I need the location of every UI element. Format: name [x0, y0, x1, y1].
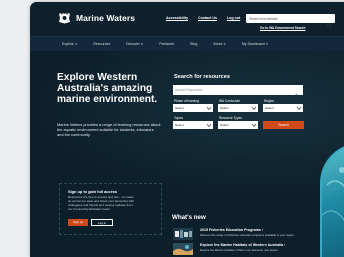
signup-description: Resources are free to access and use – t… — [68, 195, 135, 211]
hero-description: Marine Waters provides a range of learni… — [57, 122, 161, 137]
nav-discover[interactable]: Discover ∨ — [126, 42, 143, 46]
resource-types-label: Resource Types — [219, 116, 242, 120]
phase-of-learning-select[interactable]: Select — [173, 104, 213, 112]
news-heading[interactable]: Explore the Marine Habitats of Western A… — [200, 243, 285, 247]
news-item[interactable]: Explore the Marine Habitats of Western A… — [173, 242, 343, 255]
log-in-button[interactable]: Log in — [91, 219, 113, 226]
topics-select[interactable]: Select — [173, 121, 213, 129]
resource-types-select[interactable]: Select — [218, 121, 258, 129]
news-thumbnail — [173, 242, 193, 255]
hero-section: Explore Western Australia's amazing mari… — [30, 51, 344, 197]
news-item[interactable]: 2019 Fisheries Education Programs › Disc… — [173, 227, 343, 240]
wa-crest-icon — [58, 12, 71, 24]
chevron-down-icon — [297, 106, 301, 110]
chevron-down-icon — [252, 106, 256, 110]
wa-curriculum-value: Select — [220, 106, 229, 110]
accessibility-link[interactable]: Accessibility — [166, 16, 188, 20]
topics-value: Select — [175, 123, 184, 127]
chevron-down-icon — [207, 106, 211, 110]
wa-curriculum-select[interactable]: Select — [218, 104, 258, 112]
region-label: Region — [264, 99, 275, 103]
nav-my-dashboard[interactable]: My Dashboard ∨ — [242, 42, 268, 46]
topics-label: Topics — [174, 116, 184, 120]
chevron-down-icon — [252, 123, 256, 127]
log-out-link[interactable]: Log out — [227, 16, 240, 20]
region-value: Select — [265, 106, 274, 110]
news-heading[interactable]: 2019 Fisheries Education Programs › — [200, 228, 263, 232]
search-icon[interactable] — [326, 16, 332, 29]
news-summary: Explore the Marine Habitats of WA in our… — [200, 248, 279, 252]
resource-types-value: Select — [220, 123, 229, 127]
contact-us-link[interactable]: Contact Us — [198, 16, 217, 20]
signup-panel: Sign up to gain full access Resources ar… — [59, 183, 162, 235]
news-summary: Discover the range of Fisheries educatio… — [200, 233, 295, 237]
search-resources-button[interactable]: Search — [263, 121, 304, 129]
signup-title: Sign up to gain full access — [68, 189, 118, 194]
logo-text: Marine Waters — [76, 13, 136, 23]
browser-frame: Marine Waters Accessibility Contact Us L… — [30, 2, 344, 257]
gov-search-link[interactable]: Go to WA Government Search — [260, 26, 305, 30]
phase-of-learning-value: Select — [175, 106, 184, 110]
site-logo[interactable]: Marine Waters — [58, 12, 135, 24]
main-nav: Explore ∨ Resources Discover ∨ Fieldwork… — [30, 36, 344, 52]
whats-new-title: What's new — [172, 214, 206, 221]
nav-resources[interactable]: Resources — [93, 42, 110, 46]
nav-about[interactable]: About ∨ — [213, 42, 226, 46]
news-thumbnail — [173, 227, 193, 240]
sign-up-button[interactable]: Sign up — [68, 219, 88, 226]
hero-title: Explore Western Australia's amazing mari… — [57, 72, 158, 106]
nav-blog[interactable]: Blog — [190, 42, 197, 46]
chevron-down-icon — [207, 123, 211, 127]
search-resources-title: Search for resources — [174, 74, 230, 80]
utility-links: Accessibility Contact Us Log out — [166, 16, 240, 20]
resource-search-placeholder: Search Resources — [175, 88, 203, 92]
site-search-placeholder: Search this website — [249, 16, 278, 21]
wa-curriculum-label: WA Curriculum — [219, 99, 241, 103]
site-search-input[interactable]: Search this website — [246, 14, 335, 29]
search-icon[interactable] — [294, 87, 300, 100]
nav-explore[interactable]: Explore ∨ — [62, 42, 77, 46]
resource-search-input[interactable]: Search Resources — [173, 85, 303, 100]
phase-of-learning-label: Phase of learning — [174, 99, 199, 103]
site-header: Marine Waters Accessibility Contact Us L… — [30, 2, 344, 36]
region-select[interactable]: Select — [263, 104, 303, 112]
nav-fieldwork[interactable]: Fieldwork — [159, 42, 174, 46]
